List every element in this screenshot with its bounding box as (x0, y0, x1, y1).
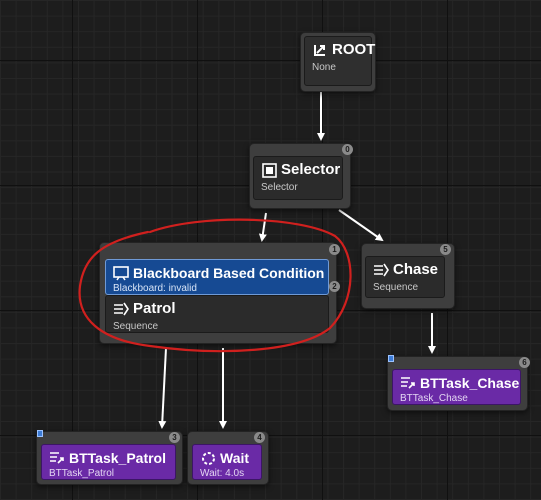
chase-node-body: Chase Sequence (365, 256, 445, 298)
bttask-patrol-subtitle: BTTask_Patrol (49, 468, 115, 479)
wait-node-body: Wait Wait: 4.0s (192, 444, 262, 480)
bttask-patrol-title: BTTask_Patrol (69, 450, 166, 466)
breakpoint-flag (388, 355, 394, 362)
sequence-icon (113, 301, 129, 317)
task-icon (400, 375, 416, 391)
blackboard-icon (113, 265, 129, 281)
patrol-index-badge: 2 (329, 281, 340, 292)
wire-patrol-to-bttask-patrol (158, 347, 167, 429)
root-node[interactable]: ROOT None (300, 32, 376, 92)
blackboard-condition-decorator[interactable]: Blackboard Based Condition Blackboard: i… (105, 259, 329, 295)
patrol-title: Patrol (133, 300, 176, 317)
bttask-chase-node-body: BTTask_Chase BTTask_Chase (392, 369, 521, 405)
patrol-node-body: Patrol Sequence (105, 295, 329, 333)
decorator-index-badge: 1 (329, 244, 340, 255)
bttask-chase-node[interactable]: BTTask_Chase BTTask_Chase (387, 356, 528, 411)
bttask-chase-title: BTTask_Chase (420, 375, 520, 391)
wait-title: Wait (220, 450, 250, 466)
selector-subtitle: Selector (261, 182, 298, 193)
wait-subtitle: Wait: 4.0s (200, 468, 245, 479)
root-title: ROOT (332, 41, 376, 58)
selector-index-badge: 0 (342, 144, 353, 155)
bttask-patrol-node-body: BTTask_Patrol BTTask_Patrol (41, 444, 176, 480)
patrol-node[interactable]: Blackboard Based Condition Blackboard: i… (99, 242, 337, 344)
chase-index-badge: 5 (440, 244, 451, 255)
wire-selector-to-chase (338, 209, 384, 242)
wait-icon (200, 450, 216, 466)
decorator-subtitle: Blackboard: invalid (113, 283, 197, 294)
task-icon (49, 450, 65, 466)
wait-index-badge: 4 (254, 432, 265, 443)
patrol-subtitle: Sequence (113, 321, 159, 332)
decorator-title: Blackboard Based Condition (133, 265, 325, 281)
chase-title: Chase (393, 261, 439, 278)
root-icon (312, 42, 328, 58)
selector-node[interactable]: Selector Selector (249, 143, 351, 209)
root-subtitle: None (312, 62, 336, 73)
chase-subtitle: Sequence (373, 282, 419, 293)
selector-title: Selector (281, 161, 341, 178)
bttask-chase-subtitle: BTTask_Chase (400, 393, 468, 404)
root-node-body: ROOT None (304, 36, 376, 86)
wire-selector-to-patrol (258, 212, 267, 242)
bttask-chase-index-badge: 6 (519, 357, 530, 368)
bttask-patrol-node[interactable]: BTTask_Patrol BTTask_Patrol (36, 431, 183, 485)
sequence-icon (373, 262, 389, 278)
bttask-patrol-index-badge: 3 (169, 432, 180, 443)
breakpoint-flag (37, 430, 43, 437)
selector-node-body: Selector Selector (253, 156, 343, 200)
selector-icon (261, 162, 277, 178)
